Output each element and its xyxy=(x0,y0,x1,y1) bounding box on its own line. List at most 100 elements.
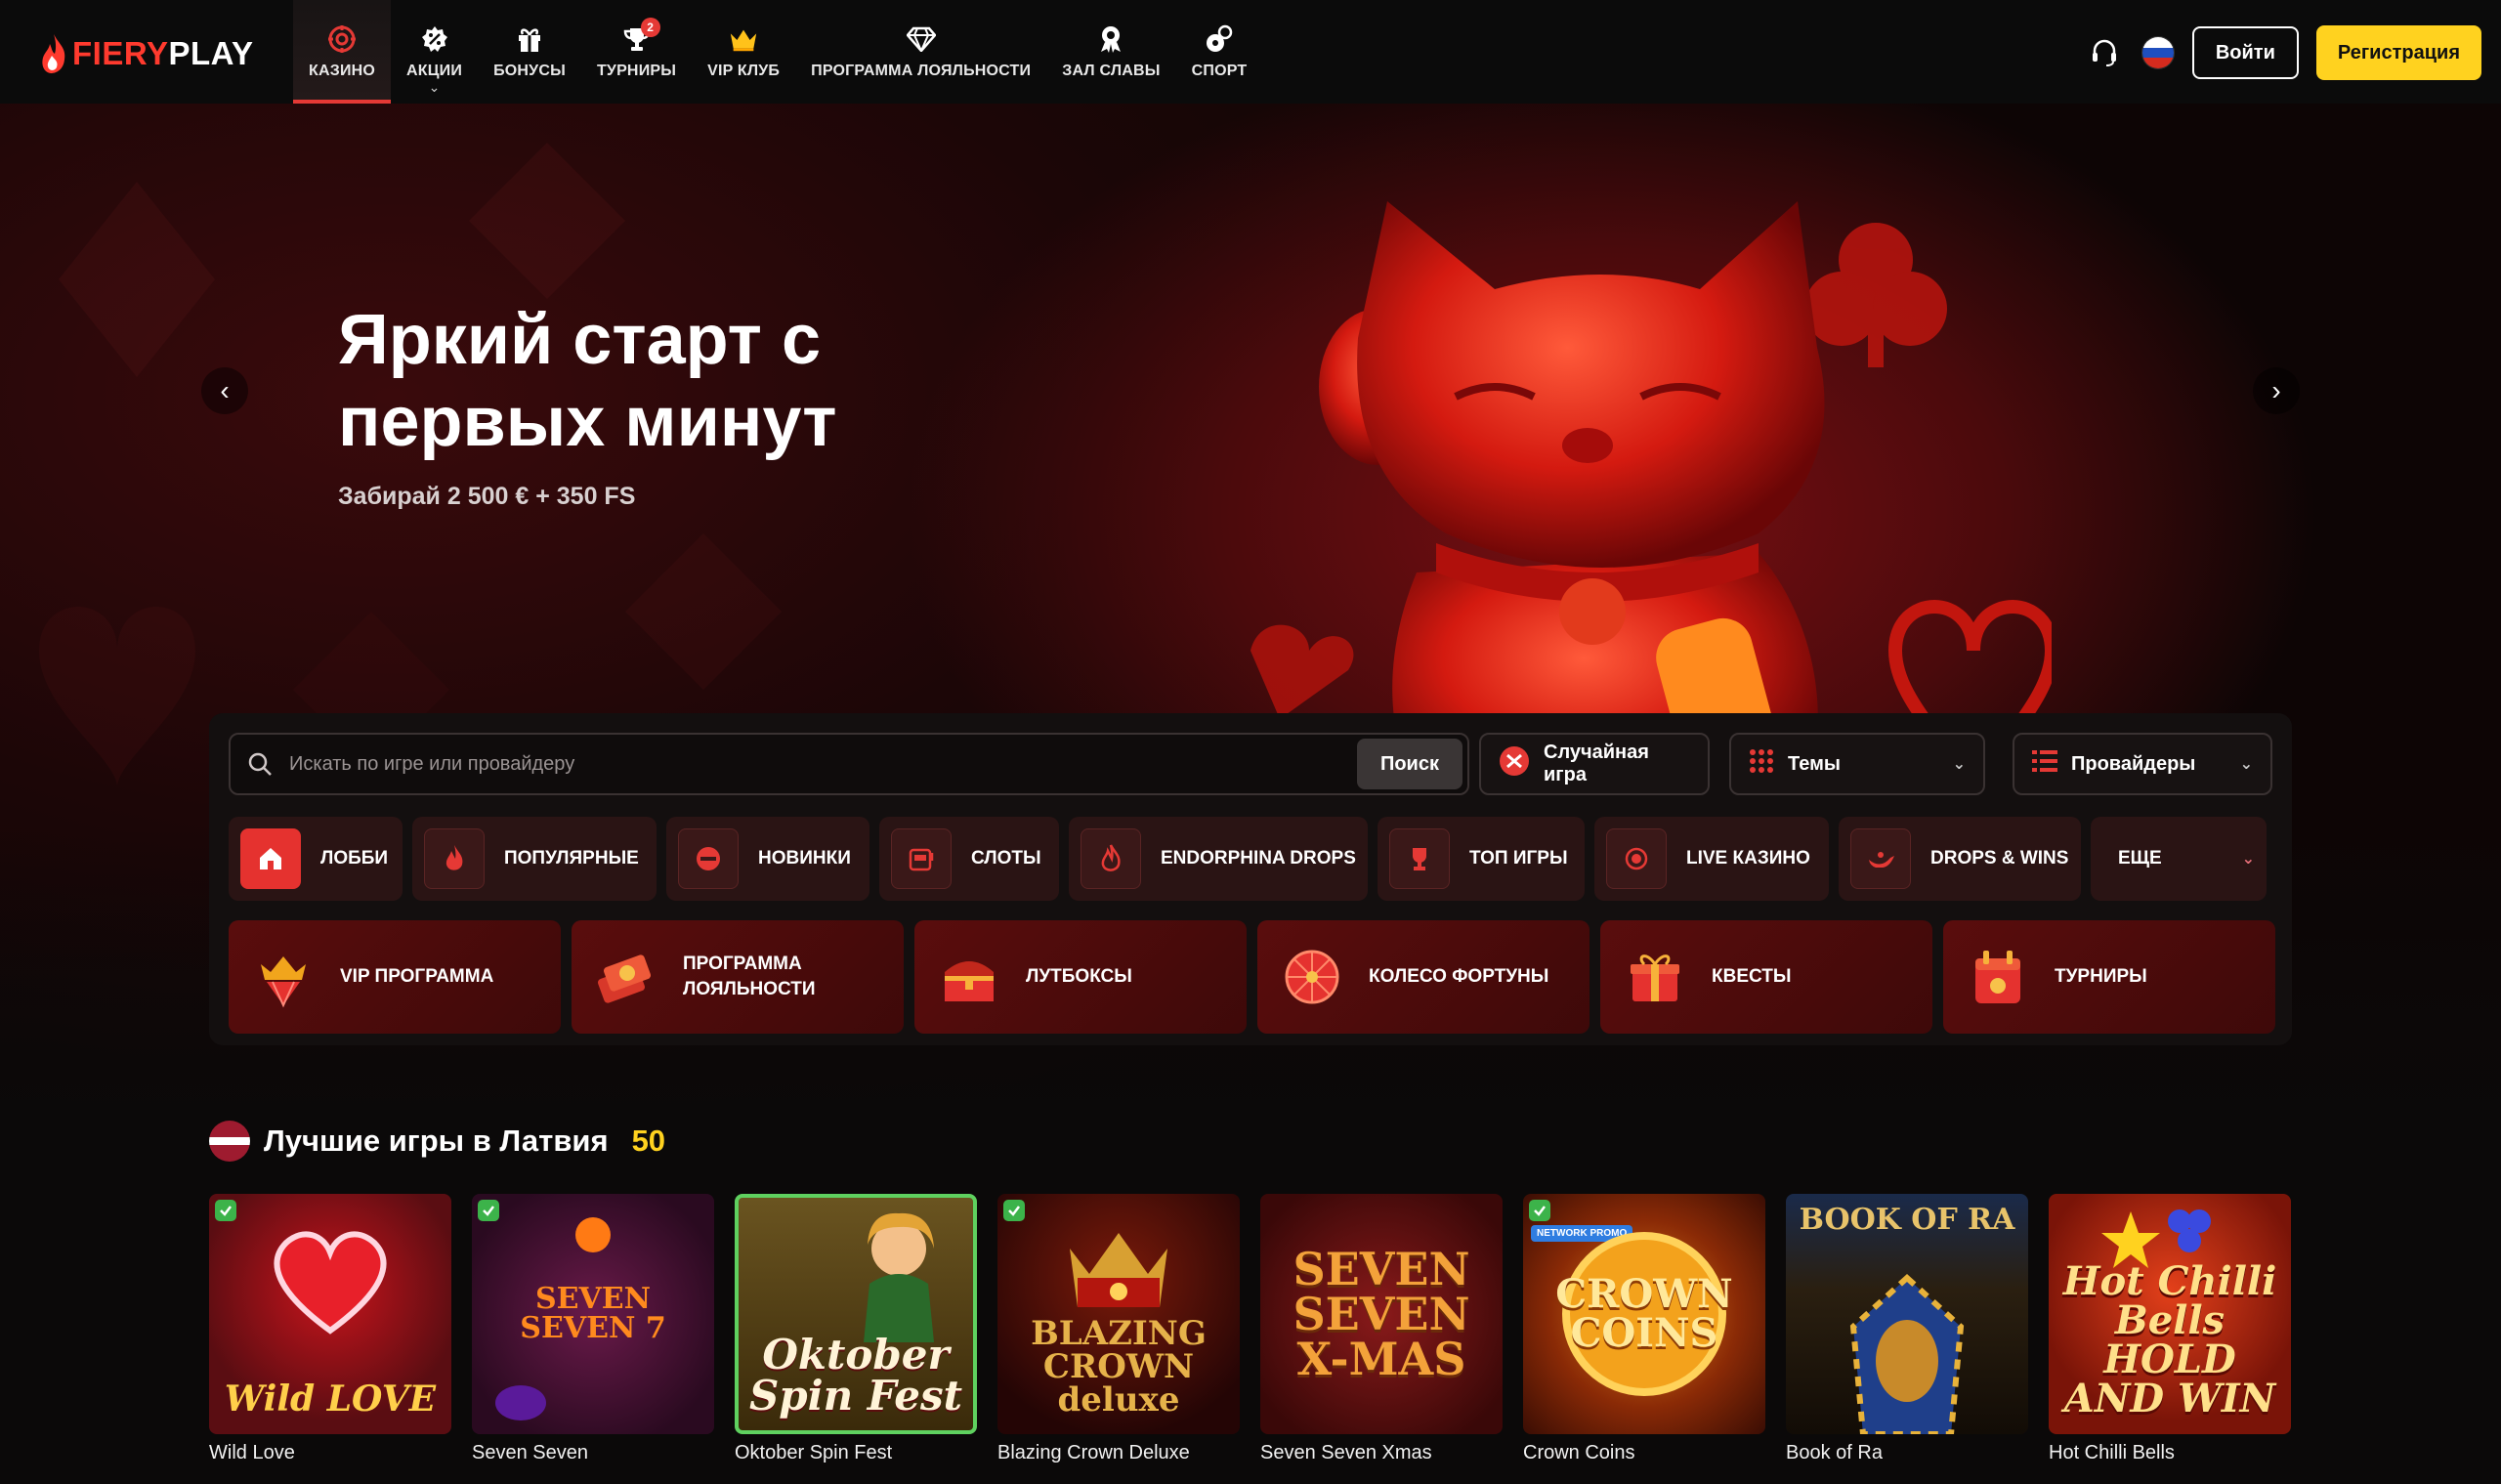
category-more-dropdown[interactable]: ЕЩЕ ⌄ xyxy=(2091,817,2267,901)
nav-tournaments[interactable]: 2 ТУРНИРЫ xyxy=(581,0,692,104)
nav-bonuses[interactable]: БОНУСЫ xyxy=(478,0,581,104)
nav-label: АКЦИИ xyxy=(406,63,463,79)
promo-label: ТУРНИРЫ xyxy=(2055,966,2147,987)
game-thumbnail[interactable]: SEVEN SEVEN 7 xyxy=(472,1194,714,1434)
logo-text-play: PLAY xyxy=(168,35,254,71)
promo-loyalty-program[interactable]: ПРОГРАММА ЛОЯЛЬНОСТИ xyxy=(572,920,904,1034)
category-popular[interactable]: ПОПУЛЯРНЫЕ xyxy=(412,817,657,901)
cup-icon xyxy=(1389,828,1450,889)
grid-icon xyxy=(1749,748,1774,780)
category-label: ТОП ИГРЫ xyxy=(1469,848,1568,869)
nav-label: VIP КЛУБ xyxy=(707,63,781,79)
thumb-title: SEVEN SEVEN X-MAS xyxy=(1293,1243,1470,1385)
nav-loyalty-program[interactable]: ПРОГРАММА ЛОЯЛЬНОСТИ xyxy=(795,0,1046,104)
game-card-seven-seven-xmas[interactable]: SEVEN SEVEN X-MAS Seven Seven Xmas xyxy=(1260,1194,1503,1464)
promo-lootboxes[interactable]: ЛУТБОКСЫ xyxy=(914,920,1247,1034)
search-button[interactable]: Поиск xyxy=(1356,739,1462,789)
sports-ball-icon xyxy=(1204,23,1235,55)
games-row: Wild LOVE Wild Love SEVEN SEVEN 7 Seven … xyxy=(209,1194,2291,1464)
category-top-games[interactable]: ТОП ИГРЫ xyxy=(1378,817,1585,901)
nav-vip-club[interactable]: VIP КЛУБ xyxy=(692,0,795,104)
game-thumbnail[interactable]: BOOK OF RA xyxy=(1786,1194,2028,1434)
category-lobby[interactable]: ЛОББИ xyxy=(229,817,403,901)
latvia-flag-icon xyxy=(209,1121,250,1162)
game-title: Crown Coins xyxy=(1523,1442,1635,1463)
category-slots[interactable]: СЛОТЫ xyxy=(879,817,1059,901)
thumb-title: CROWN COINS xyxy=(1555,1271,1733,1356)
category-label: ПОПУЛЯРНЫЕ xyxy=(504,848,639,869)
game-thumbnail[interactable]: Wild LOVE xyxy=(209,1194,451,1434)
game-title: Wild Love xyxy=(209,1442,295,1463)
search-icon xyxy=(231,735,289,793)
heart-art xyxy=(274,1231,387,1335)
games-count: 50 xyxy=(631,1124,666,1158)
search-input[interactable] xyxy=(289,735,1357,793)
nav-hall-of-fame[interactable]: ЗАЛ СЛАВЫ xyxy=(1046,0,1175,104)
game-card-hot-chilli-bells[interactable]: Hot Chilli Bells HOLD AND WIN Hot Chilli… xyxy=(2049,1194,2291,1464)
category-live-casino[interactable]: LIVE КАЗИНО xyxy=(1594,817,1829,901)
category-label: ENDORPHINA DROPS xyxy=(1161,848,1356,869)
category-new[interactable]: НОВИНКИ xyxy=(666,817,869,901)
nav-label: БОНУСЫ xyxy=(493,63,566,79)
thumb-title: SEVEN SEVEN 7 xyxy=(520,1282,666,1345)
chevron-right-icon: › xyxy=(2271,375,2281,405)
crown-art xyxy=(1070,1233,1167,1307)
game-title: Seven Seven Xmas xyxy=(1260,1442,1432,1463)
nav-label: ЗАЛ СЛАВЫ xyxy=(1062,63,1161,79)
support-headset-icon[interactable] xyxy=(2085,33,2124,72)
woman-art xyxy=(864,1212,934,1342)
chevron-down-icon: ⌄ xyxy=(2241,851,2255,868)
game-card-oktober-spin-fest[interactable]: Oktober Spin Fest Oktober Spin Fest xyxy=(735,1194,977,1464)
game-card-blazing-crown-deluxe[interactable]: BLAZING CROWN deluxe Blazing Crown Delux… xyxy=(997,1194,1240,1464)
random-game-button[interactable]: Случайная игра xyxy=(1479,733,1710,795)
section-title: Лучшие игры в Латвия xyxy=(264,1124,609,1158)
carousel-next-button[interactable]: › xyxy=(2253,367,2300,414)
promo-quests[interactable]: КВЕСТЫ xyxy=(1600,920,1932,1034)
main-nav: КАЗИНО АКЦИИ ⌄ БОНУСЫ 2 ТУРНИРЫ VIP КЛУБ… xyxy=(293,0,1262,104)
game-thumbnail[interactable]: Oktober Spin Fest xyxy=(735,1194,977,1434)
game-card-seven-seven[interactable]: SEVEN SEVEN 7 Seven Seven xyxy=(472,1194,714,1464)
crown-icon xyxy=(728,23,759,55)
chevron-down-icon: ⌄ xyxy=(1952,756,1966,773)
pharaoh-art xyxy=(1849,1273,1965,1434)
bonus-badge-icon xyxy=(1529,1200,1550,1221)
game-title: Seven Seven xyxy=(472,1442,588,1463)
game-thumbnail[interactable]: BLAZING CROWN deluxe xyxy=(997,1194,1240,1434)
promo-wheel-of-fortune[interactable]: КОЛЕСО ФОРТУНЫ xyxy=(1257,920,1590,1034)
promo-tournaments[interactable]: ТУРНИРЫ xyxy=(1943,920,2275,1034)
promo-label: ПРОГРАММА ЛОЯЛЬНОСТИ xyxy=(683,954,816,999)
coins-stack-icon xyxy=(587,938,665,1016)
nav-promotions[interactable]: АКЦИИ ⌄ xyxy=(391,0,478,104)
game-thumbnail[interactable]: SEVEN SEVEN X-MAS xyxy=(1260,1194,1503,1434)
home-icon xyxy=(240,828,301,889)
promo-label: ЛУТБОКСЫ xyxy=(1026,966,1132,987)
header-actions: Войти Регистрация xyxy=(2085,25,2481,80)
carousel-prev-button[interactable]: ‹ xyxy=(201,367,248,414)
themes-label: Темы xyxy=(1788,752,1841,775)
game-card-book-of-ra[interactable]: BOOK OF RA Book of Ra xyxy=(1786,1194,2028,1464)
fieryplay-logo[interactable]: FIERYPLAY xyxy=(39,29,253,78)
promo-vip-program[interactable]: VIP ПРОГРАММА xyxy=(229,920,561,1034)
themes-dropdown[interactable]: Темы ⌄ xyxy=(1729,733,1985,795)
promo-label: КВЕСТЫ xyxy=(1712,966,1792,987)
bonus-badge-icon xyxy=(478,1200,499,1221)
nav-label: ПРОГРАММА ЛОЯЛЬНОСТИ xyxy=(811,63,1032,79)
nav-casino[interactable]: КАЗИНО xyxy=(293,0,392,104)
category-label: НОВИНКИ xyxy=(758,848,851,869)
providers-dropdown[interactable]: Провайдеры ⌄ xyxy=(2013,733,2272,795)
category-endorphina-drops[interactable]: ENDORPHINA DROPS xyxy=(1069,817,1368,901)
register-button[interactable]: Регистрация xyxy=(2315,25,2481,80)
percent-badge-icon xyxy=(419,23,450,55)
language-flag-ru[interactable] xyxy=(2141,36,2175,69)
chevron-down-icon: ⌄ xyxy=(428,79,441,95)
providers-label: Провайдеры xyxy=(2071,752,2196,775)
game-thumbnail[interactable]: Hot Chilli Bells HOLD AND WIN xyxy=(2049,1194,2291,1434)
hero-subtitle: Забирай 2 500 € + 350 FS xyxy=(338,483,636,510)
game-card-crown-coins[interactable]: NETWORK PROMO CROWN COINS Crown Coins xyxy=(1523,1194,1765,1464)
flame-logo-icon xyxy=(42,34,65,73)
game-thumbnail[interactable]: NETWORK PROMO CROWN COINS xyxy=(1523,1194,1765,1434)
game-card-wild-love[interactable]: Wild LOVE Wild Love xyxy=(209,1194,451,1464)
category-drops-wins[interactable]: DROPS & WINS xyxy=(1839,817,2081,901)
nav-sport[interactable]: СПОРТ xyxy=(1176,0,1263,104)
login-button[interactable]: Войти xyxy=(2191,26,2299,79)
